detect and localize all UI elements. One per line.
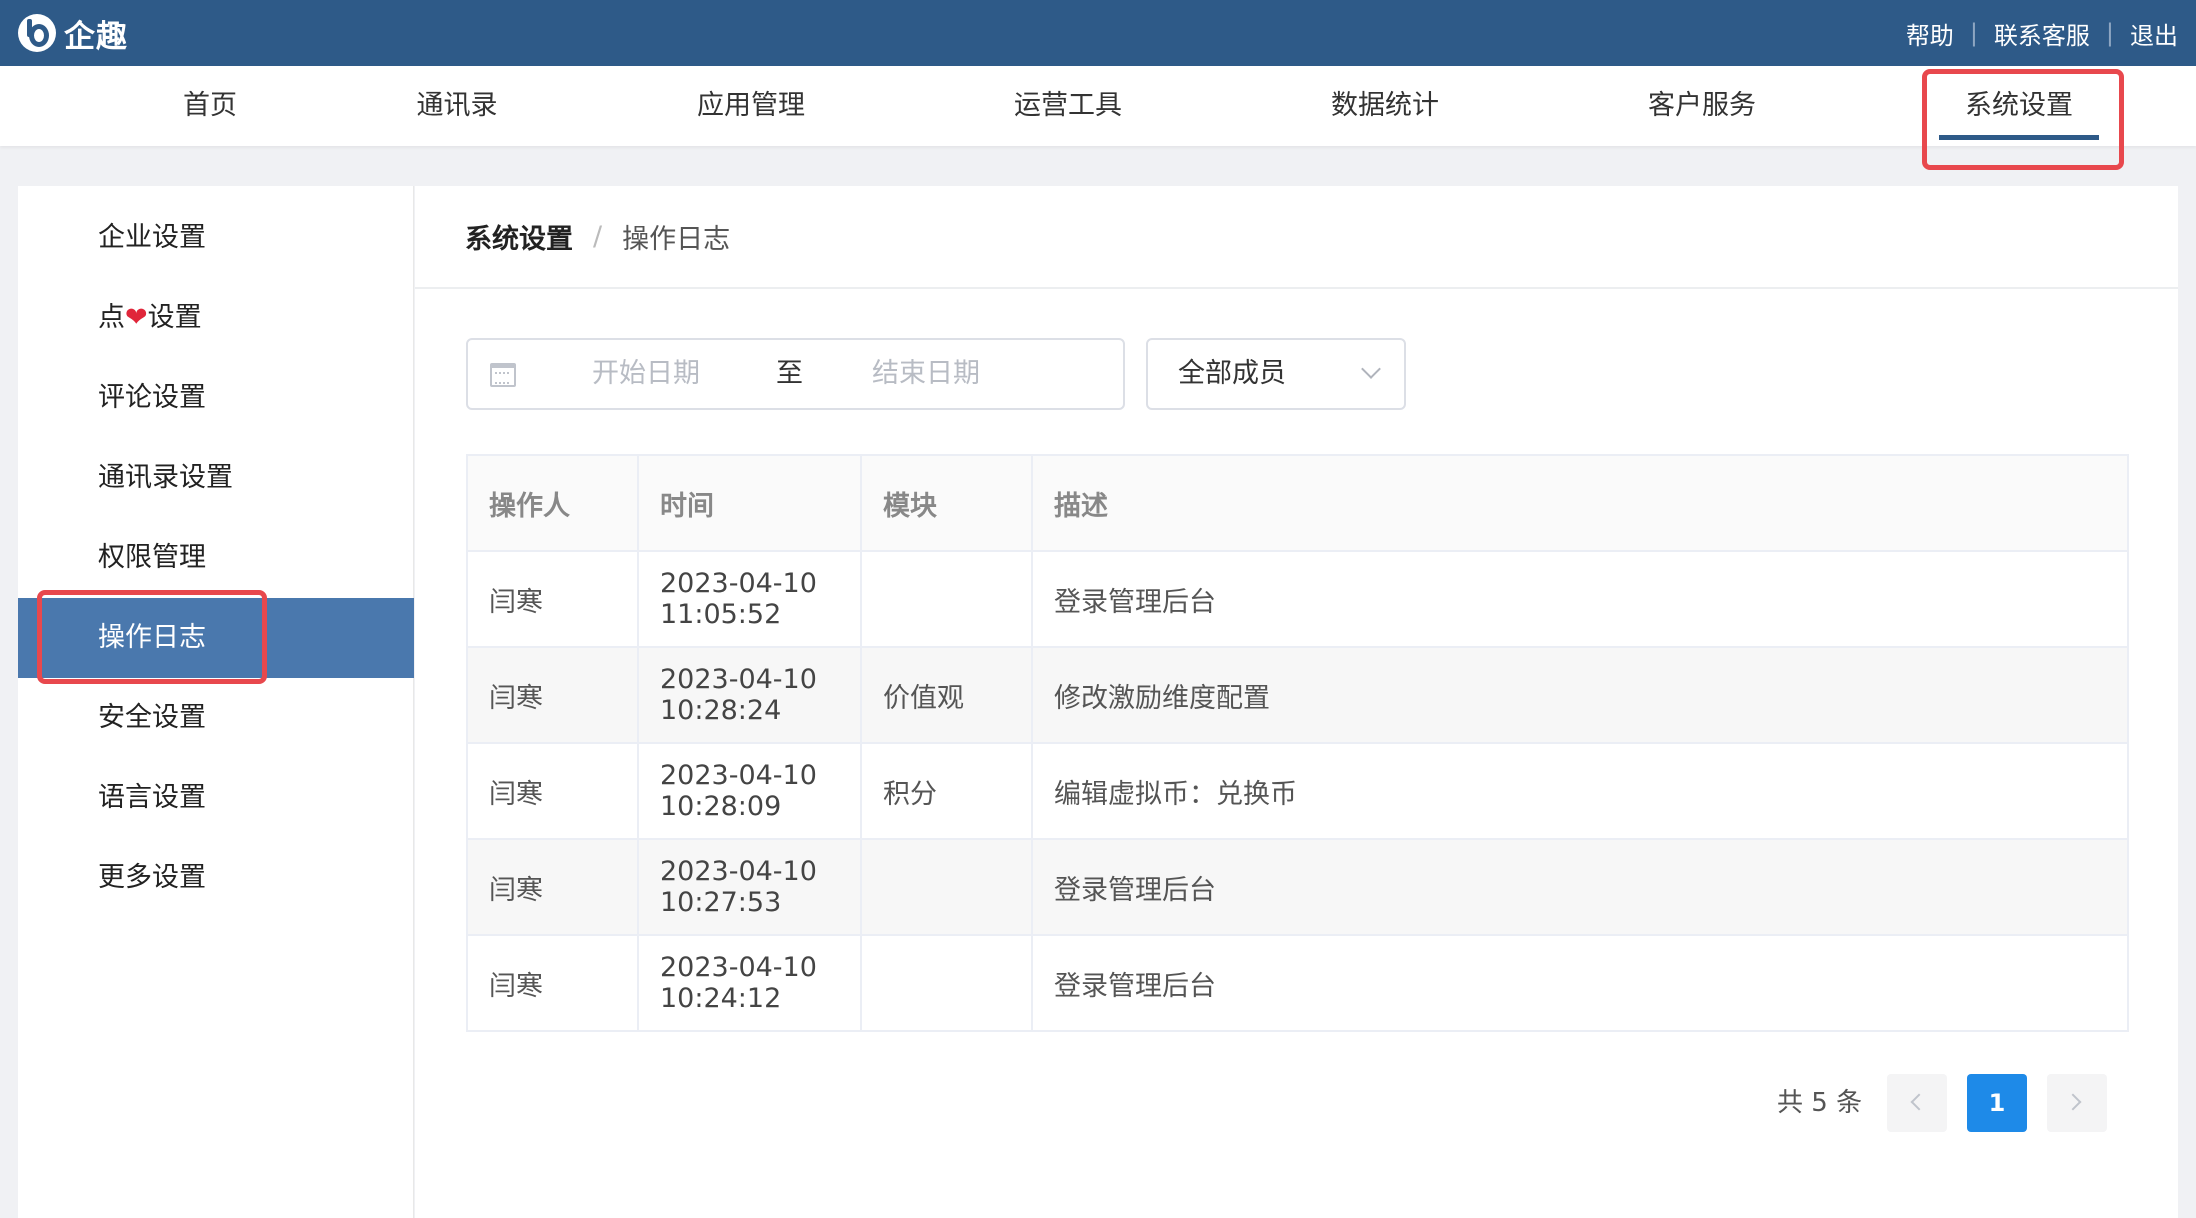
table-row: 闫寒 2023-04-10 10:27:53 登录管理后台 — [466, 838, 2129, 936]
divider: | — [2105, 19, 2114, 47]
nav-home[interactable]: 首页 — [183, 66, 237, 146]
cell-time: 2023-04-10 10:28:24 — [637, 646, 862, 744]
calendar-icon — [490, 363, 516, 387]
divider — [415, 287, 2178, 289]
nav-system-settings[interactable]: 系统设置 — [1939, 66, 2099, 146]
column-header-time: 时间 — [637, 454, 862, 552]
heart-icon: ❤ — [125, 302, 148, 333]
cell-module — [860, 838, 1033, 936]
date-range-separator: 至 — [776, 358, 803, 389]
cell-module: 积分 — [860, 742, 1033, 840]
column-header-operator: 操作人 — [466, 454, 639, 552]
brand-name: 企趣 — [64, 18, 128, 55]
nav-data-statistics[interactable]: 数据统计 — [1331, 66, 1439, 146]
next-page-button[interactable] — [2047, 1074, 2107, 1132]
nav-operation-tools[interactable]: 运营工具 — [1014, 66, 1122, 146]
chevron-left-icon — [1910, 1093, 1928, 1111]
member-select-value: 全部成员 — [1178, 358, 1286, 389]
logout-link[interactable]: 退出 — [2130, 16, 2178, 51]
sidebar-item-like-settings[interactable]: 点❤设置 — [18, 278, 414, 358]
cell-description: 登录管理后台 — [1031, 550, 2129, 648]
sidebar-item-security-settings[interactable]: 安全设置 — [18, 678, 414, 758]
cell-description: 登录管理后台 — [1031, 934, 2129, 1032]
breadcrumb-root[interactable]: 系统设置 — [465, 217, 573, 256]
table-row: 闫寒 2023-04-10 10:28:09 积分 编辑虚拟币：兑换币 — [466, 742, 2129, 840]
cell-time: 2023-04-10 11:05:52 — [637, 550, 862, 648]
end-date-input[interactable]: 结束日期 — [872, 340, 980, 408]
sidebar-item-more-settings[interactable]: 更多设置 — [18, 838, 414, 918]
table-row: 闫寒 2023-04-10 11:05:52 登录管理后台 — [466, 550, 2129, 648]
pagination-total: 共 5 条 — [1777, 1088, 1863, 1118]
breadcrumb-current: 操作日志 — [622, 223, 731, 255]
cell-time: 2023-04-10 10:24:12 — [637, 934, 862, 1032]
column-header-module: 模块 — [860, 454, 1033, 552]
page-number-button[interactable]: 1 — [1967, 1074, 2027, 1132]
cell-operator: 闫寒 — [466, 742, 639, 840]
cell-operator: 闫寒 — [466, 934, 639, 1032]
main-content: 系统设置 / 操作日志 开始日期 至 结束日期 全部成员 操作人 时间 模块 描… — [415, 186, 2178, 1218]
cell-operator: 闫寒 — [466, 646, 639, 744]
cell-operator: 闫寒 — [466, 550, 639, 648]
breadcrumb: 系统设置 / 操作日志 — [465, 186, 730, 286]
cell-time: 2023-04-10 10:28:09 — [637, 742, 862, 840]
help-link[interactable]: 帮助 — [1906, 16, 1954, 51]
contact-support-link[interactable]: 联系客服 — [1994, 16, 2090, 51]
top-links: 帮助 | 联系客服 | 退出 — [1906, 0, 2178, 66]
cell-description: 编辑虚拟币：兑换币 — [1031, 742, 2129, 840]
sidebar-item-operation-log[interactable]: 操作日志 — [18, 598, 414, 678]
table-row: 闫寒 2023-04-10 10:28:24 价值观 修改激励维度配置 — [466, 646, 2129, 744]
prev-page-button[interactable] — [1887, 1074, 1947, 1132]
nav-app-management[interactable]: 应用管理 — [697, 66, 805, 146]
pagination: 共 5 条 1 — [415, 1074, 2178, 1134]
member-select[interactable]: 全部成员 — [1146, 338, 1406, 410]
sidebar: 企业设置 点❤设置 评论设置 通讯录设置 权限管理 操作日志 安全设置 语言设置… — [18, 186, 414, 1218]
cell-description: 修改激励维度配置 — [1031, 646, 2129, 744]
cell-module — [860, 934, 1033, 1032]
table-row: 闫寒 2023-04-10 10:24:12 登录管理后台 — [466, 934, 2129, 1032]
sidebar-item-label: 设置 — [147, 302, 202, 333]
logo-icon — [18, 14, 56, 52]
operation-log-table: 操作人 时间 模块 描述 闫寒 2023-04-10 11:05:52 登录管理… — [466, 454, 2129, 1032]
sidebar-item-language-settings[interactable]: 语言设置 — [18, 758, 414, 838]
cell-module: 价值观 — [860, 646, 1033, 744]
start-date-input[interactable]: 开始日期 — [592, 340, 700, 408]
nav-contacts[interactable]: 通讯录 — [417, 66, 498, 146]
cell-time: 2023-04-10 10:27:53 — [637, 838, 862, 936]
nav-customer-service[interactable]: 客户服务 — [1648, 66, 1756, 146]
chevron-down-icon — [1361, 359, 1381, 379]
sidebar-item-label: 点 — [98, 302, 125, 333]
sidebar-item-contacts-settings[interactable]: 通讯录设置 — [18, 438, 414, 518]
main-nav: 首页 通讯录 应用管理 运营工具 数据统计 客户服务 系统设置 — [0, 66, 2196, 146]
date-range-picker[interactable]: 开始日期 至 结束日期 — [466, 338, 1125, 410]
divider: | — [1969, 19, 1978, 47]
cell-module — [860, 550, 1033, 648]
cell-description: 登录管理后台 — [1031, 838, 2129, 936]
sidebar-item-permissions[interactable]: 权限管理 — [18, 518, 414, 598]
column-header-description: 描述 — [1031, 454, 2129, 552]
cell-operator: 闫寒 — [466, 838, 639, 936]
breadcrumb-separator: / — [593, 220, 603, 252]
sidebar-item-comment-settings[interactable]: 评论设置 — [18, 358, 414, 438]
logo[interactable]: 企趣 — [18, 12, 128, 55]
table-header-row: 操作人 时间 模块 描述 — [466, 454, 2129, 552]
sidebar-item-company-settings[interactable]: 企业设置 — [18, 198, 414, 278]
top-bar: 企趣 帮助 | 联系客服 | 退出 — [0, 0, 2196, 66]
chevron-right-icon — [2064, 1093, 2082, 1111]
